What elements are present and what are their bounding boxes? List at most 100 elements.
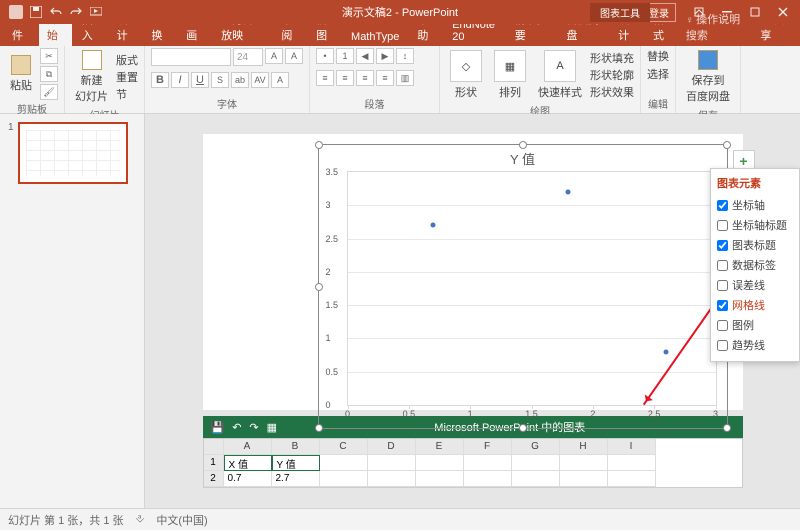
thumbnail-1[interactable]: 1 xyxy=(8,122,136,184)
save-baidu-button[interactable]: 保存到 百度网盘 xyxy=(682,48,734,106)
align-left-icon[interactable]: ≡ xyxy=(316,70,334,86)
chart-plot-area[interactable]: 00.511.522.533.500.511.522.53 xyxy=(347,171,717,406)
resize-handle-bm[interactable] xyxy=(519,424,527,432)
replace-button[interactable]: 替换 xyxy=(647,48,669,64)
copy-icon[interactable]: ⧉ xyxy=(40,66,58,82)
data-cell[interactable] xyxy=(608,471,656,487)
chart-element-option[interactable]: 数据标签 xyxy=(717,255,793,275)
tell-me-search[interactable]: ♀ 操作说明搜索 xyxy=(680,8,750,46)
column-header[interactable]: I xyxy=(608,439,656,455)
column-header[interactable]: B xyxy=(272,439,320,455)
chart-element-option[interactable]: 图表标题 xyxy=(717,235,793,255)
section-button[interactable]: 节 xyxy=(116,86,138,102)
checkbox[interactable] xyxy=(717,200,728,211)
data-cell[interactable] xyxy=(320,471,368,487)
data-cell[interactable] xyxy=(608,455,656,471)
data-cell[interactable] xyxy=(464,471,512,487)
data-cell[interactable] xyxy=(512,455,560,471)
bold-icon[interactable]: B xyxy=(151,72,169,88)
data-cell[interactable]: 2.7 xyxy=(272,471,320,487)
paste-button[interactable]: 粘贴 xyxy=(6,53,36,95)
resize-handle-tm[interactable] xyxy=(519,141,527,149)
shadow-icon[interactable]: ab xyxy=(231,72,249,88)
row-header[interactable]: 2 xyxy=(204,471,224,487)
resize-handle-tr[interactable] xyxy=(723,141,731,149)
column-header[interactable]: G xyxy=(512,439,560,455)
font-name-input[interactable] xyxy=(151,48,231,66)
chart-element-option[interactable]: 网格线 xyxy=(717,295,793,315)
data-cell[interactable] xyxy=(320,455,368,471)
shapes-button[interactable]: ◇形状 xyxy=(446,48,486,102)
data-cell[interactable]: 0.7 xyxy=(224,471,272,487)
datasheet-grid[interactable]: ABCDEFGHI 1X 值Y 值 20.72.7 xyxy=(203,438,743,488)
decrease-font-icon[interactable]: A xyxy=(285,48,303,64)
data-cell[interactable] xyxy=(512,471,560,487)
chart-element-option[interactable]: 误差线 xyxy=(717,275,793,295)
tab-mathtype[interactable]: MathType xyxy=(343,28,407,46)
checkbox[interactable] xyxy=(717,280,728,291)
column-header[interactable]: C xyxy=(320,439,368,455)
data-point[interactable] xyxy=(664,349,669,354)
font-color-icon[interactable]: A xyxy=(271,72,289,88)
align-right-icon[interactable]: ≡ xyxy=(356,70,374,86)
data-point[interactable] xyxy=(431,223,436,228)
save-icon[interactable] xyxy=(28,4,44,20)
resize-handle-br[interactable] xyxy=(723,424,731,432)
column-header[interactable]: D xyxy=(368,439,416,455)
data-cell[interactable] xyxy=(416,471,464,487)
ds-save-icon[interactable]: 💾 xyxy=(211,421,225,434)
cut-icon[interactable]: ✂ xyxy=(40,48,58,64)
strikethrough-icon[interactable]: S xyxy=(211,72,229,88)
data-cell[interactable] xyxy=(416,455,464,471)
slideshow-icon[interactable] xyxy=(88,4,104,20)
column-header[interactable]: H xyxy=(560,439,608,455)
columns-icon[interactable]: ▥ xyxy=(396,70,414,86)
ds-redo-icon[interactable]: ↷ xyxy=(249,421,258,434)
italic-icon[interactable]: I xyxy=(171,72,189,88)
select-button[interactable]: 选择 xyxy=(647,66,669,82)
chart-tools-tab[interactable]: 图表工具 xyxy=(590,3,650,22)
chart-element-option[interactable]: 坐标轴 xyxy=(717,195,793,215)
checkbox[interactable] xyxy=(717,220,728,231)
data-cell[interactable] xyxy=(464,455,512,471)
data-cell[interactable]: X 值 xyxy=(224,455,272,471)
row-header[interactable]: 1 xyxy=(204,455,224,471)
align-center-icon[interactable]: ≡ xyxy=(336,70,354,86)
data-cell[interactable] xyxy=(368,455,416,471)
chart-title[interactable]: Y 值 xyxy=(319,145,727,172)
ds-undo-icon[interactable]: ↶ xyxy=(232,421,241,434)
bullets-icon[interactable]: • xyxy=(316,48,334,64)
data-cell[interactable] xyxy=(560,455,608,471)
font-size-input[interactable] xyxy=(233,48,263,66)
column-header[interactable]: E xyxy=(416,439,464,455)
redo-icon[interactable] xyxy=(68,4,84,20)
shape-outline-button[interactable]: 形状轮廓 xyxy=(590,67,634,83)
checkbox[interactable] xyxy=(717,240,728,251)
checkbox[interactable] xyxy=(717,300,728,311)
data-cell[interactable]: Y 值 xyxy=(272,455,320,471)
data-cell[interactable] xyxy=(560,471,608,487)
column-header[interactable]: F xyxy=(464,439,512,455)
reset-button[interactable]: 重置 xyxy=(116,69,138,85)
layout-button[interactable]: 版式 xyxy=(116,52,138,68)
language-indicator[interactable]: 中文(中国) xyxy=(156,512,207,528)
underline-icon[interactable]: U xyxy=(191,72,209,88)
spacing-icon[interactable]: AV xyxy=(251,72,269,88)
justify-icon[interactable]: ≡ xyxy=(376,70,394,86)
data-cell[interactable] xyxy=(368,471,416,487)
ds-chart-icon[interactable]: ▦ xyxy=(267,421,277,434)
checkbox[interactable] xyxy=(717,340,728,351)
slide[interactable]: Y 值 00.511.522.533.500.511.522.53 + ✎ ▼ xyxy=(203,134,743,410)
new-slide-button[interactable]: 新建 幻灯片 xyxy=(71,48,112,106)
shape-fill-button[interactable]: 形状填充 xyxy=(590,50,634,66)
arrange-button[interactable]: ▦排列 xyxy=(490,48,530,102)
resize-handle-tl[interactable] xyxy=(315,141,323,149)
resize-handle-bl[interactable] xyxy=(315,424,323,432)
column-header[interactable]: A xyxy=(224,439,272,455)
increase-font-icon[interactable]: A xyxy=(265,48,283,64)
shape-effects-button[interactable]: 形状效果 xyxy=(590,84,634,100)
numbering-icon[interactable]: 1 xyxy=(336,48,354,64)
indent-right-icon[interactable]: ▶ xyxy=(376,48,394,64)
data-point[interactable] xyxy=(566,189,571,194)
chart-element-option[interactable]: 趋势线 xyxy=(717,335,793,355)
